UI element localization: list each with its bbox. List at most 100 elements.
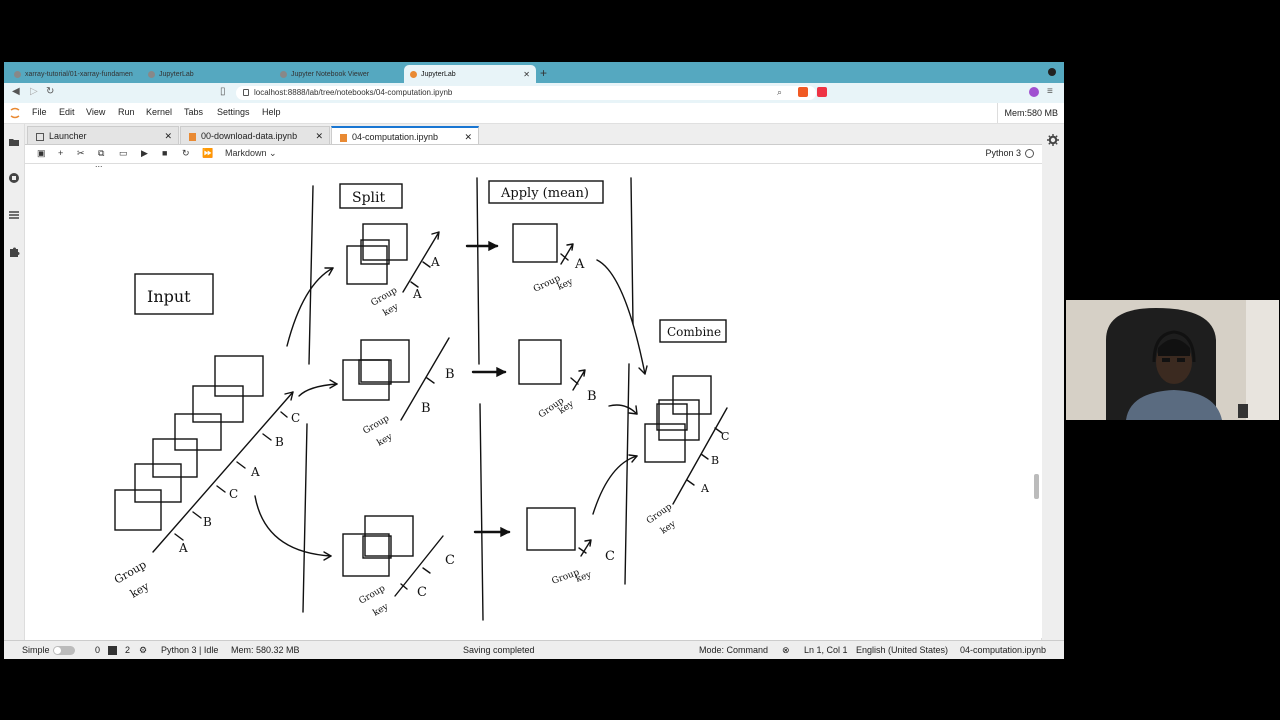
browser-tab-xarray[interactable]: xarray-tutorial/01-xarray-fundamen [8,65,138,83]
jupyter-menubar: File Edit View Run Kernel Tabs Settings … [4,103,1064,124]
key-label: C [605,549,615,564]
url-text: localhost:8888/lab/tree/notebooks/04-com… [254,88,453,97]
menu-run[interactable]: Run [118,107,135,117]
key-label: C [229,487,238,501]
notebook-panel[interactable]: ... Split Apply (mean) Combine Input A B… [25,164,1042,638]
webcam-overlay [1066,300,1279,420]
menu-icon[interactable]: ≡ [1047,86,1053,97]
zoom-icon[interactable]: ⌕ [777,87,782,98]
save-status: Saving completed [463,645,535,655]
close-icon[interactable]: ✕ [164,127,172,145]
key-label: B [587,389,597,404]
key-label: C [291,411,300,425]
combine-header: Combine [667,325,721,339]
command-mode: Mode: Command [699,645,769,655]
split-group-b: B B Group key [342,337,455,449]
status-bar: Simple 0 2 ⚙ Python 3 | Idle Mem: 580.32… [4,640,1064,659]
folder-icon[interactable] [8,136,20,148]
menu-file[interactable]: File [32,107,47,117]
back-icon[interactable]: ◀ [12,86,20,97]
split-group-c: C C Group key [342,515,455,619]
browser-tab-nbviewer[interactable]: Jupyter Notebook Viewer [274,65,404,83]
browser-tab-jupyterlab-active[interactable]: JupyterLab ✕ [404,65,536,83]
browser-tab-jupyterlab-1[interactable]: JupyterLab [142,65,272,83]
cut-icon[interactable]: ✂ [77,148,85,159]
key-label: A [700,482,710,495]
kernel-name: Python 3 [985,148,1021,158]
key-label: B [203,515,212,529]
language-select[interactable]: English (United States) [856,645,948,655]
copy-icon[interactable]: ⧉ [98,148,104,159]
scrollbar-thumb[interactable] [1034,474,1039,499]
profile-icon[interactable] [1029,87,1039,97]
tab-label: 04-computation.ipynb [352,132,439,142]
menu-help[interactable]: Help [262,107,281,117]
terminal-count[interactable]: 0 [95,645,100,655]
menu-edit[interactable]: Edit [59,107,75,117]
close-tab-icon[interactable]: ✕ [523,70,530,79]
arrow-to-group-b [298,383,338,397]
close-icon[interactable]: ✕ [464,128,472,146]
bookmark-icon[interactable]: ▯ [220,86,226,97]
notebook-toolbar: ▣ + ✂ ⧉ ▭ ▶ ■ ↻ ⏩ Markdown ⌄ Python 3 [25,145,1042,164]
forward-icon[interactable]: ▷ [30,86,38,97]
key-label: A [430,255,440,269]
cell-type-select[interactable]: Markdown ⌄ [225,148,277,159]
run-icon[interactable]: ▶ [141,148,148,159]
menu-tabs[interactable]: Tabs [184,107,203,117]
menu-settings[interactable]: Settings [217,107,250,117]
window-menu-icon[interactable] [1048,68,1056,76]
running-icon[interactable] [8,172,20,184]
key-label: B [445,367,455,382]
arrow-to-group-c [254,495,332,557]
menu-view[interactable]: View [86,107,105,117]
new-tab-icon[interactable]: + [540,66,547,80]
kernel-icon: ⚙ [139,645,148,655]
tab-computation[interactable]: 04-computation.ipynb ✕ [331,126,479,144]
combine-result: C B A Group key [644,375,729,537]
stop-icon[interactable]: ■ [162,148,167,158]
paste-icon[interactable]: ▭ [119,148,128,159]
input-label: Input [147,287,191,306]
cursor-position[interactable]: Ln 1, Col 1 [804,645,848,655]
kernel-status[interactable]: Python 3 | Idle [161,645,218,655]
input-data-squares [114,355,264,531]
restart-icon[interactable]: ↻ [182,148,190,159]
gear-icon[interactable] [1047,134,1059,146]
save-icon[interactable]: ▣ [37,148,46,159]
url-field[interactable]: localhost:8888/lab/tree/notebooks/04-com… [236,86,816,100]
info-icon [243,89,249,96]
current-filename: 04-computation.ipynb [960,645,1047,655]
key-label: B [421,401,431,416]
key-label: B [275,435,284,449]
kernel-indicator[interactable]: Python 3 [985,148,1034,159]
browser-window: xarray-tutorial/01-xarray-fundamen Jupyt… [4,62,1064,659]
add-cell-icon[interactable]: + [58,148,63,158]
brave-shield-icon[interactable] [798,87,808,97]
reload-icon[interactable]: ↻ [46,86,54,97]
close-icon[interactable]: ✕ [315,127,323,145]
key-word-label: key [382,302,402,319]
kernel-count[interactable]: 2 [125,645,130,655]
key-label: A [574,257,585,272]
divider-line [476,177,484,621]
rewards-icon[interactable] [817,87,827,97]
github-icon [14,70,21,78]
extension-icon[interactable] [8,246,20,258]
tab-launcher[interactable]: Launcher ✕ [27,126,179,144]
browser-tab-bar: xarray-tutorial/01-xarray-fundamen Jupyt… [4,62,1064,83]
tab-download-data[interactable]: 00-download-data.ipynb ✕ [180,126,330,144]
bug-icon[interactable]: ⊗ [782,645,790,656]
menu-kernel[interactable]: Kernel [146,107,172,117]
arrow-combine-c [592,455,638,515]
fast-forward-icon[interactable]: ⏩ [202,148,213,159]
browser-tab-label: Jupyter Notebook Viewer [291,70,370,78]
arrow-combine-a [596,259,646,375]
commands-icon[interactable] [8,209,20,221]
simple-mode-toggle[interactable] [53,646,75,655]
jupyter-icon [148,70,155,78]
key-label: A [250,465,260,479]
key-word-label: key [659,519,678,537]
key-word-label: key [376,432,396,449]
cell-type-value: Markdown [225,148,267,158]
